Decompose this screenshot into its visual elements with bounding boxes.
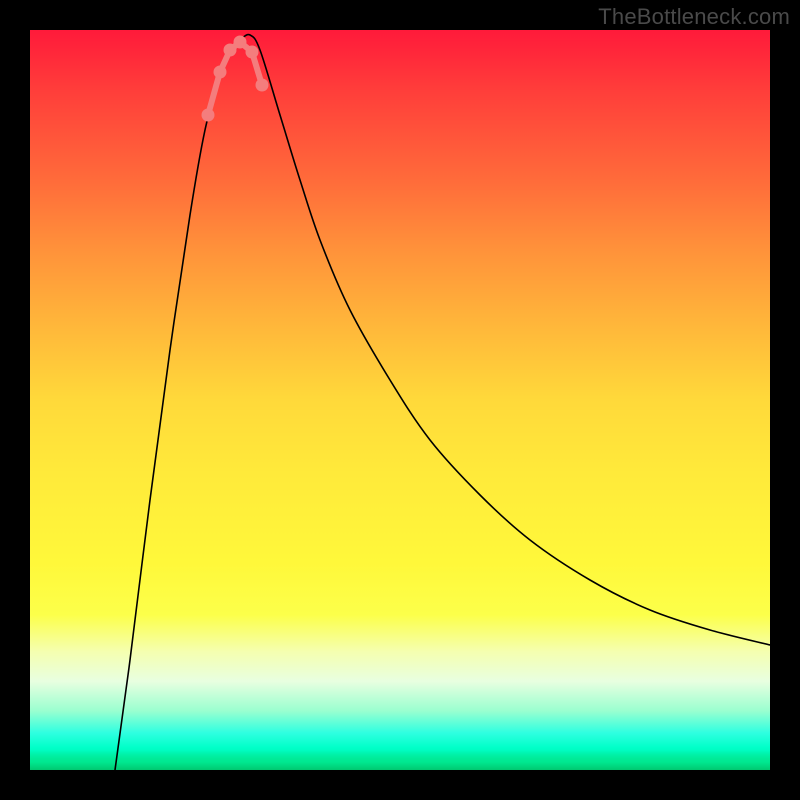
highlight-dots-group — [202, 36, 269, 122]
highlight-dot — [214, 66, 227, 79]
highlight-dot — [234, 36, 247, 49]
highlight-dot — [202, 109, 215, 122]
bottleneck-curve-path — [115, 35, 770, 770]
chart-svg — [30, 30, 770, 770]
watermark-text: TheBottleneck.com — [598, 4, 790, 30]
highlight-dot — [256, 79, 269, 92]
highlight-dot — [246, 46, 259, 59]
